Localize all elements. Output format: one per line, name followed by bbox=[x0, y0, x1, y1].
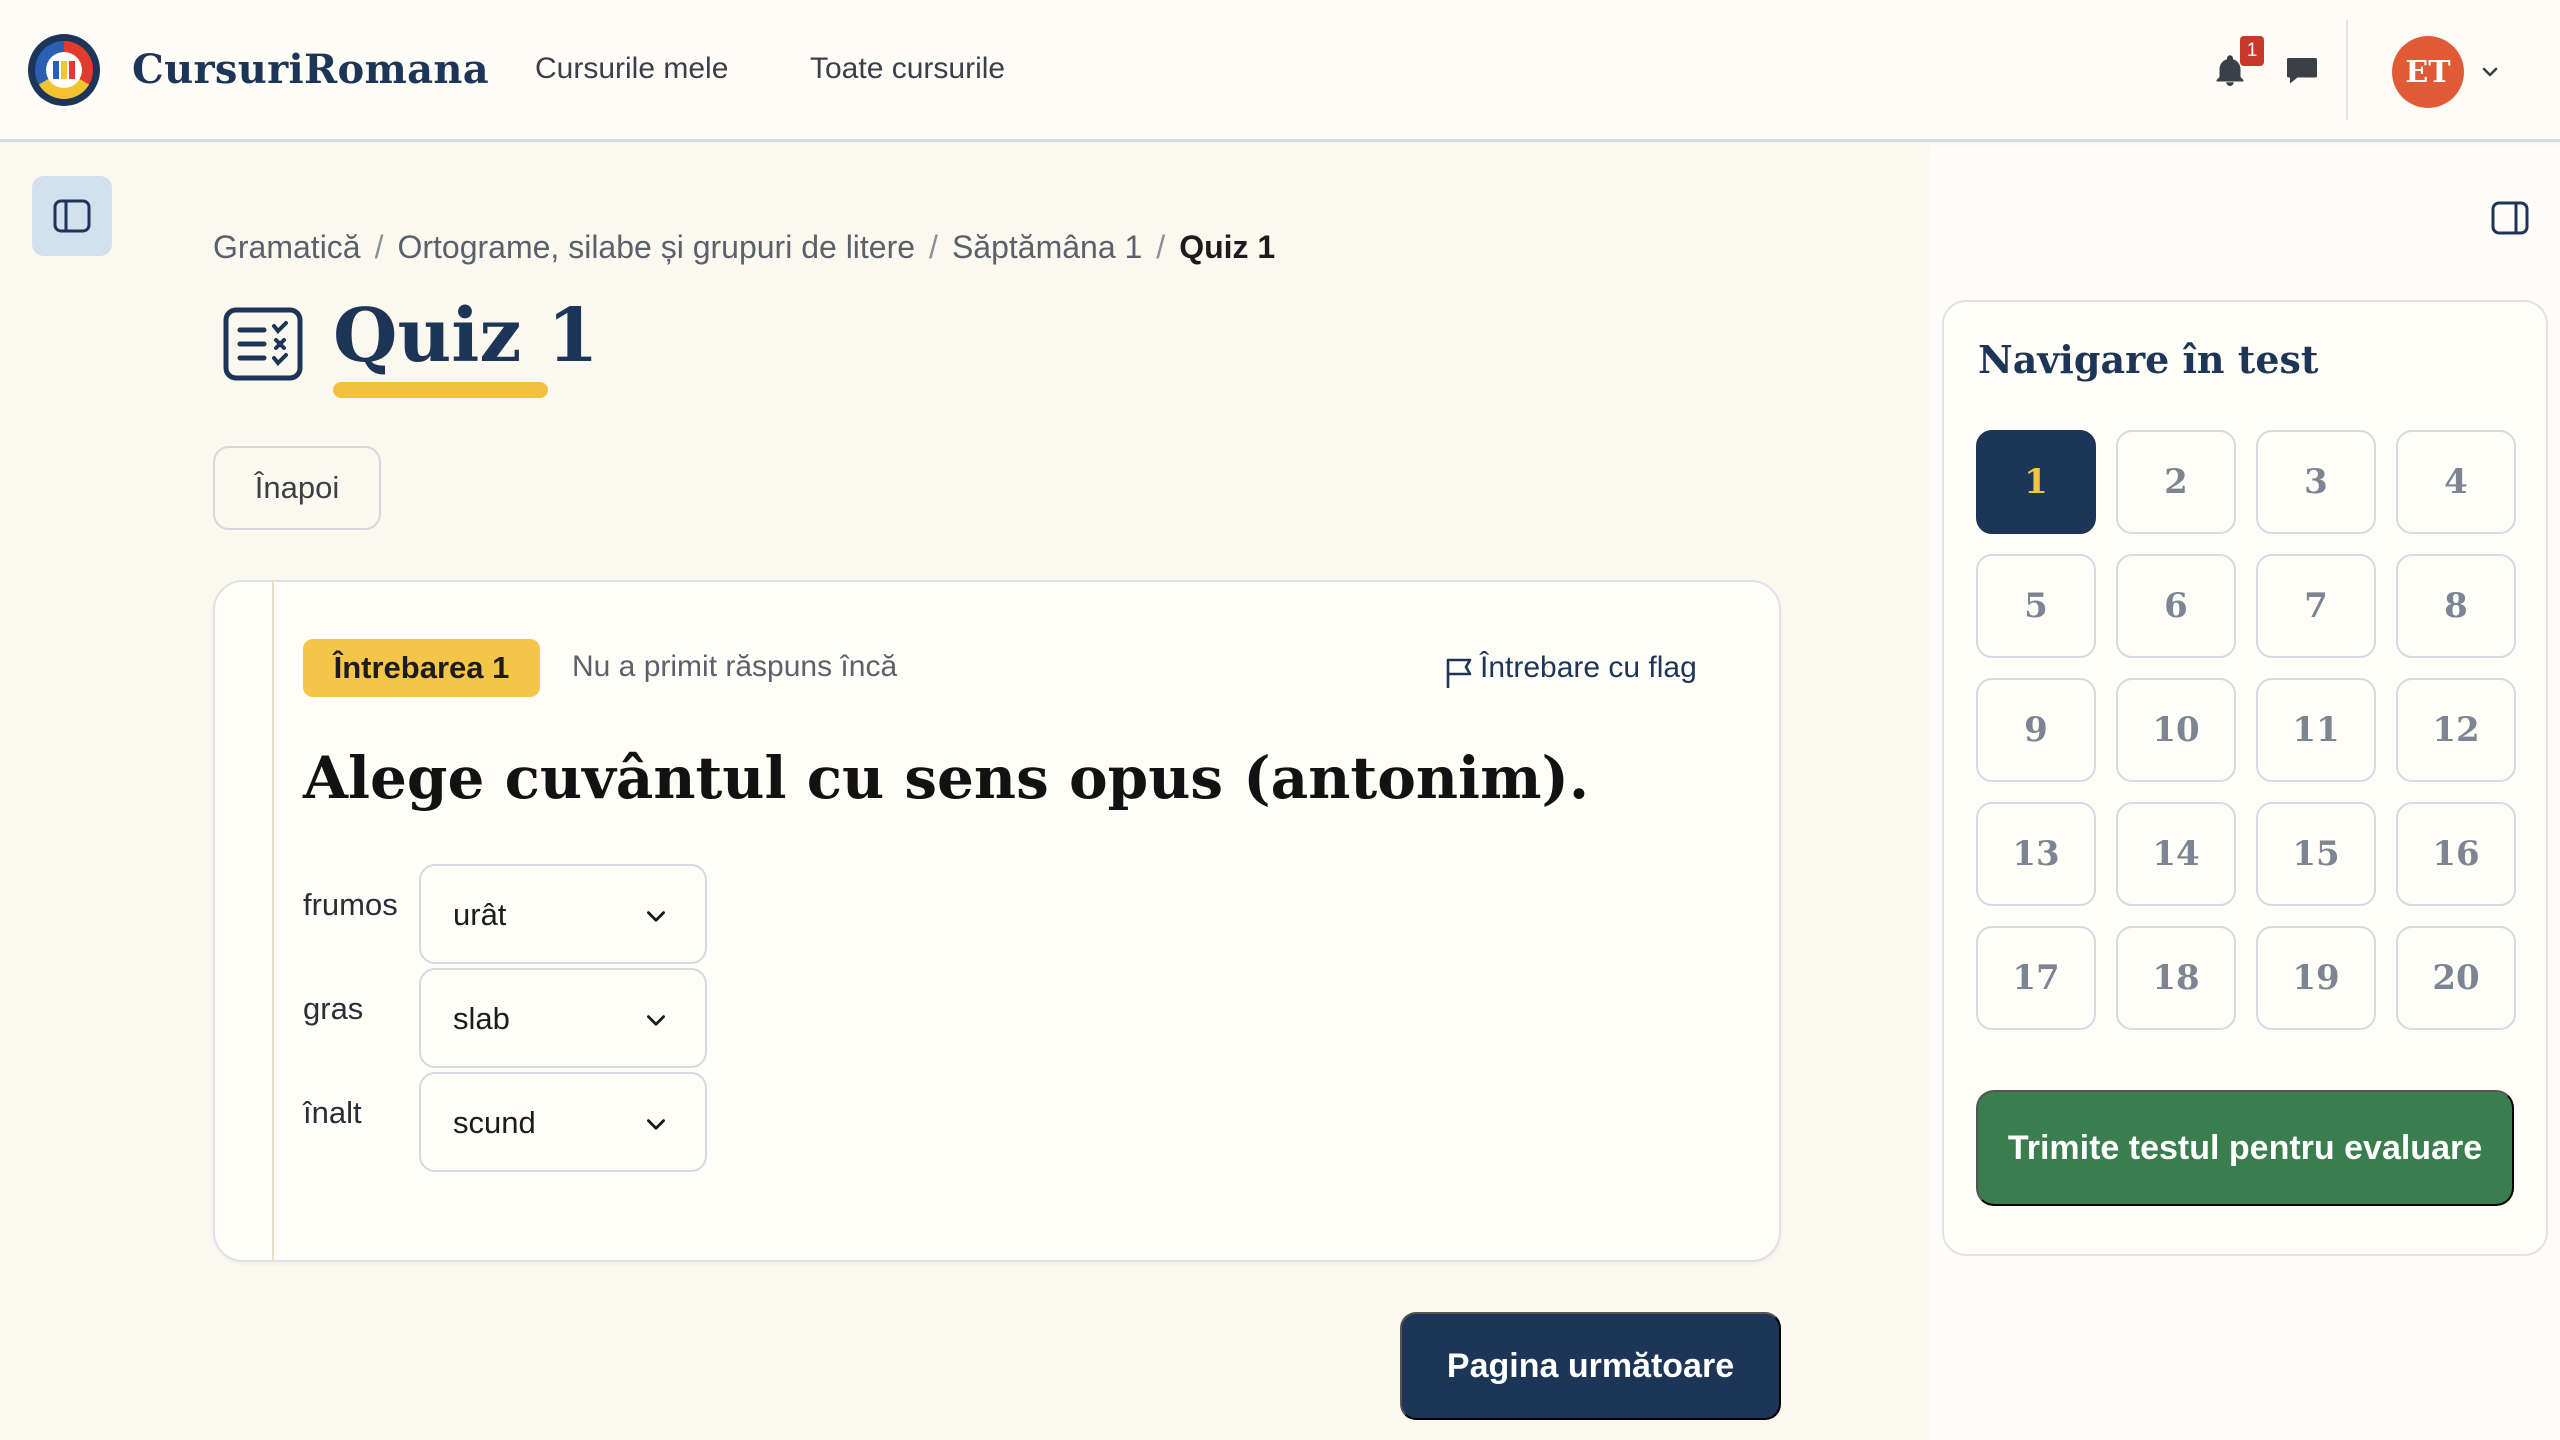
question-nav-button[interactable]: 1 bbox=[1976, 430, 2096, 534]
question-nav-button[interactable]: 16 bbox=[2396, 802, 2516, 906]
question-nav-button[interactable]: 6 bbox=[2116, 554, 2236, 658]
question-nav-button[interactable]: 5 bbox=[1976, 554, 2096, 658]
question-nav-button[interactable]: 7 bbox=[2256, 554, 2376, 658]
match-word: înalt bbox=[303, 1095, 362, 1130]
top-navbar: CursuriRomana Cursurile mele Toate cursu… bbox=[0, 0, 2560, 142]
flag-question-link[interactable]: Întrebare cu flag bbox=[1444, 646, 1697, 690]
breadcrumb-separator: / bbox=[929, 229, 938, 265]
notification-badge: 1 bbox=[2240, 36, 2264, 66]
answer-select-value: scund bbox=[453, 1105, 536, 1140]
question-nav-button[interactable]: 9 bbox=[1976, 678, 2096, 782]
match-word: gras bbox=[303, 991, 364, 1026]
match-word: frumos bbox=[303, 887, 398, 922]
nav-all-courses[interactable]: Toate cursurile bbox=[810, 48, 1005, 90]
brand-name[interactable]: CursuriRomana bbox=[132, 40, 489, 100]
question-nav-button[interactable]: 4 bbox=[2396, 430, 2516, 534]
breadcrumb-item[interactable]: Gramatică bbox=[213, 229, 361, 265]
chevron-down-icon bbox=[647, 1015, 665, 1026]
question-nav-button[interactable]: 10 bbox=[2116, 678, 2236, 782]
question-nav-button[interactable]: 13 bbox=[1976, 802, 2096, 906]
chevron-down-icon[interactable] bbox=[2478, 60, 2502, 84]
chevron-down-icon bbox=[647, 911, 665, 922]
navbar-divider bbox=[2346, 20, 2348, 120]
chat-icon[interactable] bbox=[2284, 52, 2320, 88]
site-logo[interactable] bbox=[28, 34, 100, 106]
question-nav-button[interactable]: 2 bbox=[2116, 430, 2236, 534]
question-nav-button[interactable]: 17 bbox=[1976, 926, 2096, 1030]
question-nav-button[interactable]: 3 bbox=[2256, 430, 2376, 534]
question-nav-grid: 1 2 3 4 5 6 7 8 9 10 11 12 13 14 15 16 1… bbox=[1976, 430, 2516, 1030]
question-nav-button[interactable]: 15 bbox=[2256, 802, 2376, 906]
breadcrumb-current: Quiz 1 bbox=[1179, 229, 1276, 265]
answer-select-value: urât bbox=[453, 897, 507, 932]
breadcrumb-separator: / bbox=[1156, 229, 1166, 265]
question-card-rule bbox=[272, 582, 274, 1260]
sidebar-left-icon bbox=[53, 199, 91, 233]
answer-select[interactable]: scund bbox=[419, 1072, 707, 1172]
question-text: Alege cuvântul cu sens opus (antonim). bbox=[303, 744, 1590, 812]
breadcrumb-separator: / bbox=[374, 229, 384, 265]
nav-my-courses[interactable]: Cursurile mele bbox=[535, 48, 728, 90]
answer-select-value: slab bbox=[453, 1001, 510, 1036]
sidebar-right-icon[interactable] bbox=[2490, 200, 2530, 236]
back-button[interactable]: Înapoi bbox=[213, 446, 381, 530]
next-page-button[interactable]: Pagina următoare bbox=[1400, 1312, 1781, 1420]
page-title: Quiz 1 bbox=[333, 293, 599, 379]
question-nav-button[interactable]: 11 bbox=[2256, 678, 2376, 782]
breadcrumb-item[interactable]: Ortograme, silabe și grupuri de litere bbox=[397, 229, 915, 265]
submit-quiz-button[interactable]: Trimite testul pentru evaluare bbox=[1976, 1090, 2514, 1206]
quiz-list-icon bbox=[223, 307, 303, 381]
title-underline bbox=[333, 382, 548, 398]
flag-icon bbox=[1446, 658, 1472, 688]
question-nav-button[interactable]: 20 bbox=[2396, 926, 2516, 1030]
breadcrumb: Gramatică / Ortograme, silabe și grupuri d… bbox=[213, 226, 1275, 268]
question-nav-button[interactable]: 12 bbox=[2396, 678, 2516, 782]
quiz-navigation-title: Navigare în test bbox=[1978, 337, 2319, 382]
question-nav-button[interactable]: 18 bbox=[2116, 926, 2236, 1030]
question-nav-button[interactable]: 14 bbox=[2116, 802, 2236, 906]
course-index-toggle[interactable] bbox=[32, 176, 112, 256]
question-status: Nu a primit răspuns încă bbox=[572, 650, 898, 683]
question-number-badge: Întrebarea 1 bbox=[303, 639, 540, 697]
chevron-down-icon bbox=[647, 1119, 665, 1130]
breadcrumb-item[interactable]: Săptămâna 1 bbox=[952, 229, 1142, 265]
question-nav-button[interactable]: 19 bbox=[2256, 926, 2376, 1030]
user-avatar[interactable]: ET bbox=[2392, 36, 2464, 108]
answer-select[interactable]: urât bbox=[419, 864, 707, 964]
question-nav-button[interactable]: 8 bbox=[2396, 554, 2516, 658]
answer-select[interactable]: slab bbox=[419, 968, 707, 1068]
flag-question-label: Întrebare cu flag bbox=[1480, 651, 1697, 684]
